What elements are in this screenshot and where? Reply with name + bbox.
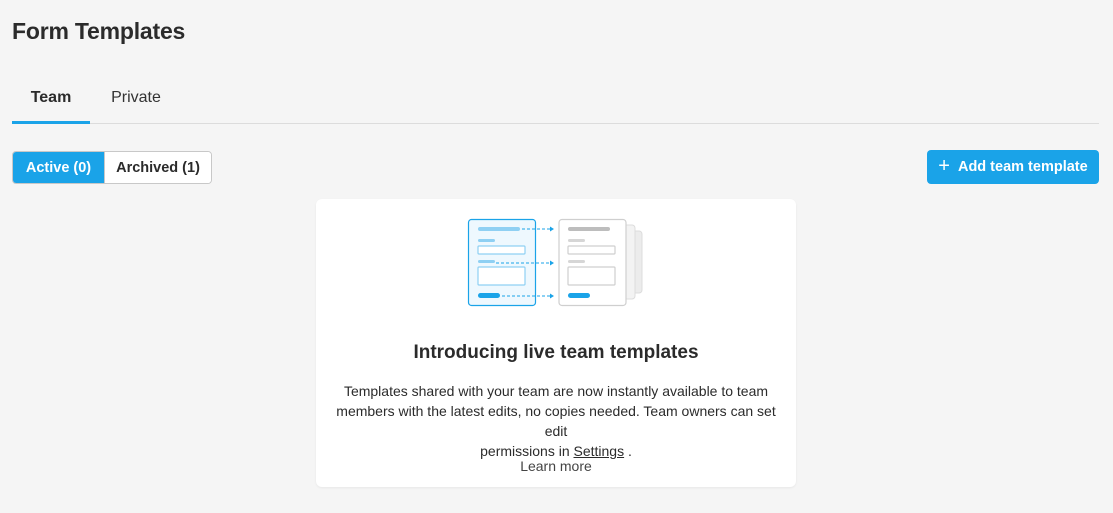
intro-card: Introducing live team templates Template… <box>316 199 796 487</box>
intro-line-3-prefix: permissions in <box>480 443 570 459</box>
add-team-template-label: Add team template <box>957 159 1088 175</box>
tab-team[interactable]: Team <box>12 78 90 124</box>
intro-description: Templates shared with your team are now … <box>326 381 786 461</box>
learn-more-link[interactable]: Learn more <box>316 458 796 474</box>
tab-bar: Team Private <box>12 78 1099 124</box>
tab-private[interactable]: Private <box>96 78 176 124</box>
page-title: Form Templates <box>12 18 186 44</box>
intro-line-1: Templates shared with your team are now … <box>343 383 769 399</box>
filter-archived-button[interactable]: Archived (1) <box>104 152 211 183</box>
settings-link[interactable]: Settings <box>574 443 625 459</box>
intro-heading: Introducing live team templates <box>413 342 699 363</box>
live-templates-illustration <box>467 218 643 307</box>
plus-icon: + <box>938 155 950 177</box>
status-filter: Active (0) Archived (1) <box>12 151 212 184</box>
intro-line-3-suffix: . <box>627 443 632 459</box>
intro-line-2: members with the latest edits, no copies… <box>336 403 776 439</box>
filter-active-button[interactable]: Active (0) <box>13 152 104 183</box>
add-team-template-button[interactable]: + Add team template <box>927 150 1099 184</box>
form-templates-page: Form Templates Team Private Active (0) A… <box>0 0 1113 513</box>
